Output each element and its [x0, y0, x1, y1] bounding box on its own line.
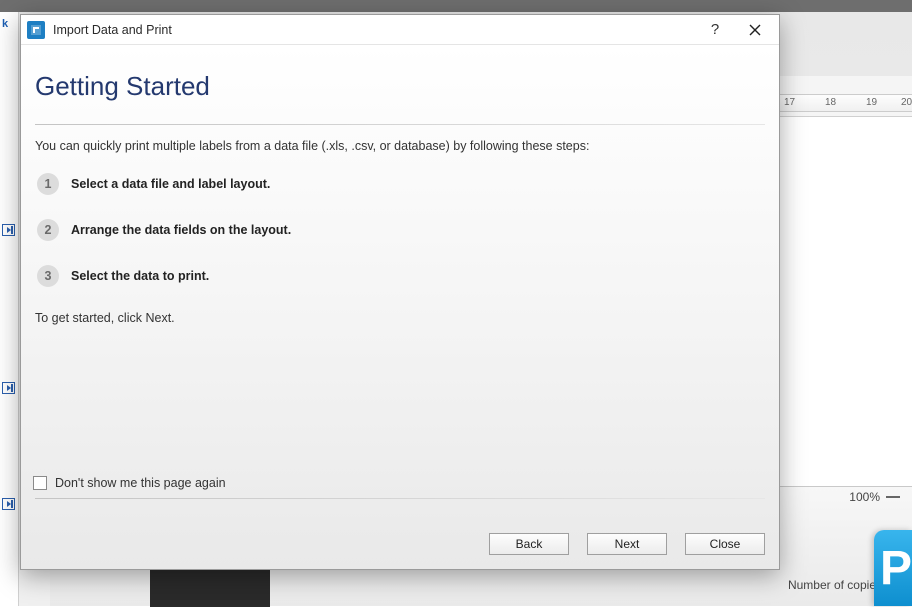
close-button-label: Close: [710, 537, 741, 551]
horizontal-ruler: 17 18 19 20: [780, 94, 912, 112]
step-2: 2 Arrange the data fields on the layout.: [37, 219, 765, 241]
dialog-content: Getting Started You can quickly print mu…: [21, 45, 779, 569]
footer-area: Don't show me this page again: [35, 476, 765, 513]
close-window-button[interactable]: [735, 16, 775, 44]
step-number-badge: 1: [37, 173, 59, 195]
next-button[interactable]: Next: [587, 533, 667, 555]
left-strip-letter: k: [2, 18, 8, 30]
step-3: 3 Select the data to print.: [37, 265, 765, 287]
dialog-title: Import Data and Print: [53, 23, 695, 37]
steps-list: 1 Select a data file and label layout. 2…: [37, 173, 765, 287]
wizard-button-bar: Back Next Close: [489, 533, 765, 555]
close-button[interactable]: Close: [685, 533, 765, 555]
ruler-area: 17 18 19 20: [780, 76, 912, 116]
side-expand-handle-3[interactable]: [2, 498, 15, 510]
heading-divider: [35, 124, 765, 125]
step-text: Arrange the data fields on the layout.: [71, 223, 291, 237]
dont-show-checkbox[interactable]: [33, 476, 47, 490]
footer-divider: [35, 498, 765, 499]
dont-show-again-row[interactable]: Don't show me this page again: [33, 476, 765, 490]
side-expand-handle-2[interactable]: [2, 382, 15, 394]
step-text: Select a data file and label layout.: [71, 177, 270, 191]
print-badge-letter: P: [880, 541, 912, 596]
parent-titlebar: [0, 0, 912, 12]
step-text: Select the data to print.: [71, 269, 209, 283]
ruler-tick-17: 17: [784, 97, 795, 108]
print-badge[interactable]: P: [874, 530, 912, 606]
back-button-label: Back: [516, 537, 543, 551]
step-number-badge: 3: [37, 265, 59, 287]
step-1: 1 Select a data file and label layout.: [37, 173, 765, 195]
intro-text: You can quickly print multiple labels fr…: [35, 139, 765, 153]
ruler-tick-20: 20: [901, 97, 912, 108]
close-icon: [749, 24, 761, 36]
left-tool-strip: k: [0, 12, 19, 606]
dont-show-label: Don't show me this page again: [55, 476, 226, 490]
help-icon: ?: [711, 21, 719, 38]
app-icon: [27, 21, 45, 39]
side-expand-handle-1[interactable]: [2, 224, 15, 236]
zoom-value: 100%: [849, 490, 880, 504]
ruler-tick-19: 19: [866, 97, 877, 108]
num-copies-label: Number of copies: [788, 578, 882, 592]
next-button-label: Next: [615, 537, 640, 551]
import-data-wizard-dialog: Import Data and Print ? Getting Started …: [20, 14, 780, 570]
help-button[interactable]: ?: [695, 16, 735, 44]
page-heading: Getting Started: [35, 71, 765, 102]
step-number-badge: 2: [37, 219, 59, 241]
dialog-titlebar[interactable]: Import Data and Print ?: [21, 15, 779, 45]
ruler-tick-18: 18: [825, 97, 836, 108]
zoom-level[interactable]: 100%: [849, 490, 900, 504]
back-button[interactable]: Back: [489, 533, 569, 555]
outro-text: To get started, click Next.: [35, 311, 765, 325]
